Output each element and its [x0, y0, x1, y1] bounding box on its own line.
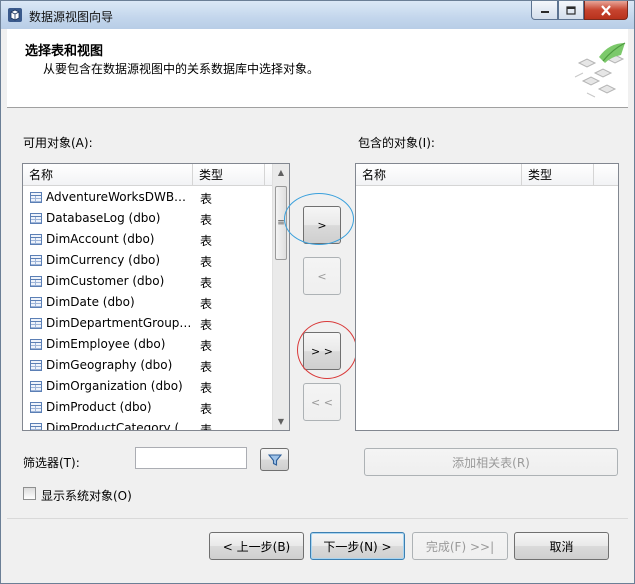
minimize-button[interactable]	[531, 1, 558, 20]
table-row-name: DimProduct (dbo)	[46, 400, 152, 414]
table-row-name: DimDepartmentGroup (dbo)	[46, 316, 192, 330]
remove-selected-button[interactable]: <	[303, 257, 341, 295]
filter-label: 筛选器(T):	[23, 456, 80, 470]
remove-all-button[interactable]: < <	[303, 383, 341, 421]
filter-button[interactable]	[260, 448, 289, 471]
table-row-type: 表	[200, 423, 213, 431]
show-system-objects-label: 显示系统对象(O)	[41, 489, 132, 503]
show-system-objects-checkbox[interactable]	[23, 487, 36, 500]
table-icon	[30, 423, 42, 430]
funnel-icon	[267, 453, 282, 466]
page-subtitle: 从要包含在数据源视图中的关系数据库中选择对象。	[43, 62, 320, 76]
table-row-type: 表	[200, 234, 213, 248]
title-bar[interactable]: 数据源视图向导	[1, 1, 634, 29]
table-row-type: 表	[200, 255, 213, 269]
table-row-type: 表	[200, 276, 213, 290]
finish-button[interactable]: 完成(F) >>|	[412, 532, 508, 560]
maximize-button[interactable]	[558, 1, 584, 20]
table-icon	[30, 318, 42, 329]
table-row-name: AdventureWorksDWBuildVersion (dbo)	[46, 190, 192, 204]
table-icon	[30, 192, 42, 203]
table-row-type: 表	[200, 360, 213, 374]
close-icon	[601, 4, 611, 16]
table-row-name: DimProductCategory (dbo)	[46, 421, 192, 431]
table-row-name: DimCustomer (dbo)	[46, 274, 165, 288]
table-icon	[30, 381, 42, 392]
table-row-name: DimGeography (dbo)	[46, 358, 173, 372]
data-cubes-graphic-icon	[574, 42, 626, 98]
table-row-type: 表	[200, 297, 213, 311]
included-list-header: 名称 类型	[356, 164, 618, 186]
column-header-name[interactable]: 名称	[356, 164, 522, 186]
cube-app-icon	[8, 8, 22, 22]
table-row-type: 表	[200, 402, 213, 416]
available-scrollbar[interactable]: ▲ ≡ ▼	[272, 164, 289, 430]
cancel-button[interactable]: 取消	[514, 532, 609, 560]
table-row-type: 表	[200, 339, 213, 353]
filter-input[interactable]	[135, 447, 247, 469]
table-icon	[30, 297, 42, 308]
add-related-tables-button[interactable]: 添加相关表(R)	[364, 448, 618, 476]
available-objects-list[interactable]: 名称 类型 AdventureWorksDWBuildVersion (dbo)…	[22, 163, 290, 431]
included-objects-label: 包含的对象(I):	[358, 136, 435, 150]
table-row-type: 表	[200, 318, 213, 332]
scroll-up-arrow-icon[interactable]: ▲	[273, 164, 289, 181]
page-title: 选择表和视图	[25, 44, 104, 59]
table-icon	[30, 360, 42, 371]
table-icon	[30, 213, 42, 224]
table-icon	[30, 234, 42, 245]
column-header-type[interactable]: 类型	[193, 164, 265, 186]
add-selected-button[interactable]: >	[303, 206, 341, 244]
table-row-type: 表	[200, 192, 213, 206]
wizard-header: 选择表和视图 从要包含在数据源视图中的关系数据库中选择对象。	[7, 29, 628, 108]
scroll-thumb[interactable]: ≡	[275, 186, 287, 260]
next-button[interactable]: 下一步(N) >	[310, 532, 405, 560]
table-row-name: DimCurrency (dbo)	[46, 253, 161, 267]
column-header-type[interactable]: 类型	[522, 164, 594, 186]
table-icon	[30, 276, 42, 287]
scroll-down-arrow-icon[interactable]: ▼	[273, 413, 289, 430]
included-objects-list[interactable]: 名称 类型	[355, 163, 619, 431]
table-row-type: 表	[200, 381, 213, 395]
wizard-window: 数据源视图向导 选择表和视图 从要包含在数据源视图中的关系数据库中选择对象。 可…	[0, 0, 635, 584]
table-row-name: DimAccount (dbo)	[46, 232, 155, 246]
available-objects-label: 可用对象(A):	[23, 136, 93, 150]
scroll-grip: ≡	[277, 218, 285, 228]
table-row-name: DimEmployee (dbo)	[46, 337, 166, 351]
table-icon	[30, 255, 42, 266]
add-all-button[interactable]: > >	[303, 332, 341, 370]
table-icon	[30, 402, 42, 413]
table-row-name: DatabaseLog (dbo)	[46, 211, 161, 225]
close-button[interactable]	[584, 1, 628, 20]
maximize-icon	[566, 5, 576, 15]
column-header-name[interactable]: 名称	[23, 164, 193, 186]
window-title: 数据源视图向导	[29, 10, 114, 24]
table-row-name: DimOrganization (dbo)	[46, 379, 183, 393]
back-button[interactable]: < 上一步(B)	[209, 532, 304, 560]
table-row-name: DimDate (dbo)	[46, 295, 135, 309]
minimize-icon	[540, 11, 549, 13]
table-icon	[30, 339, 42, 350]
table-row-type: 表	[200, 213, 213, 227]
available-list-header: 名称 类型	[23, 164, 273, 186]
